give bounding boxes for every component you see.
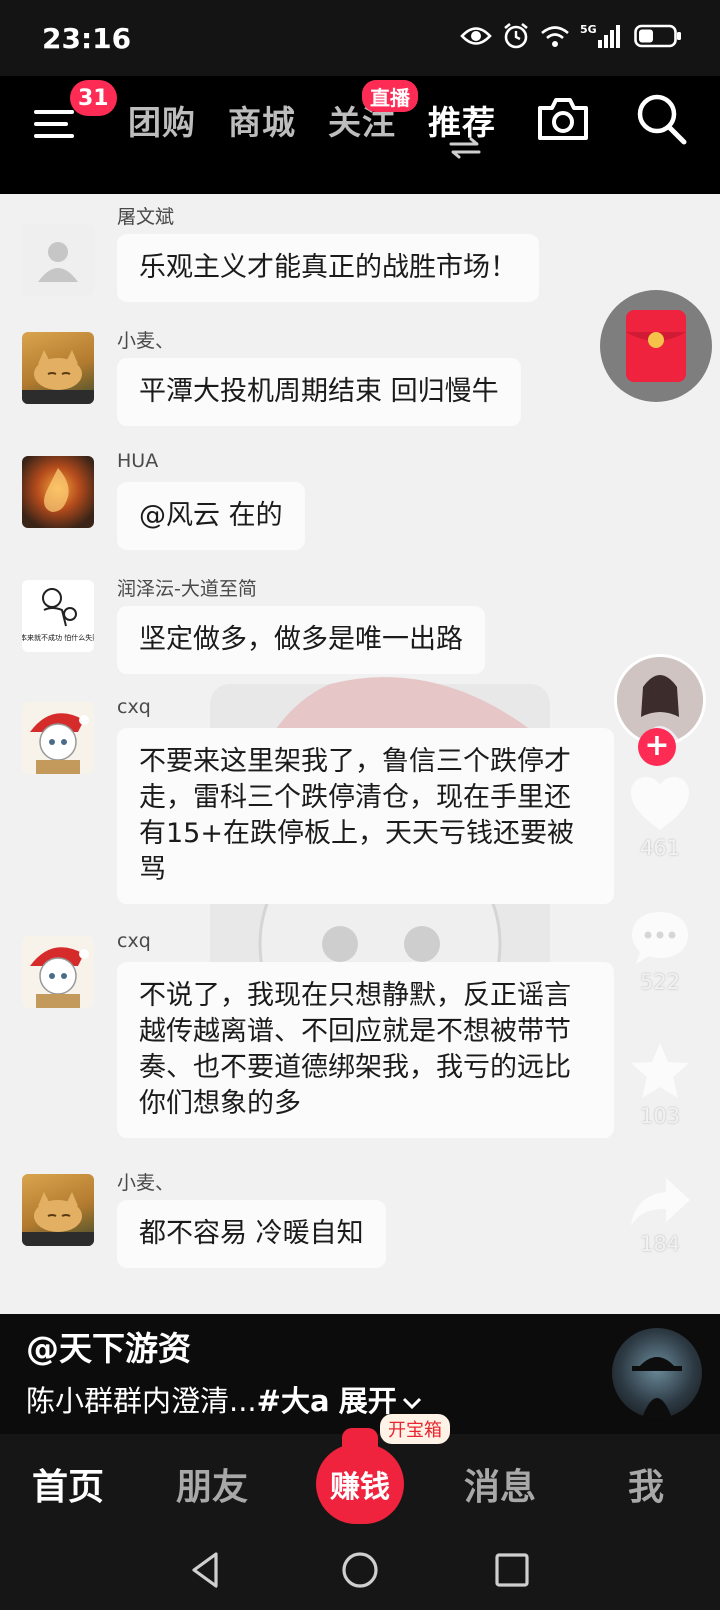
video-player[interactable]: 屠文斌 乐观主义才能真正的战胜市场！ 小麦、 平潭大投机周期结束 回归慢牛 HU…: [0, 194, 720, 1314]
share-count: 184: [639, 1232, 681, 1256]
status-time: 23:16: [42, 22, 132, 55]
cat-avatar-icon: [22, 350, 94, 404]
nav-friends[interactable]: 朋友: [176, 1458, 248, 1510]
status-icons: 5G: [460, 22, 682, 50]
share-icon: [631, 1178, 690, 1226]
comment-avatar[interactable]: [22, 1174, 94, 1246]
anime-avatar-icon: [30, 713, 89, 774]
avatar-meme-text: 你本来就不成功 怕什么失败?: [22, 633, 94, 642]
comment-avatar[interactable]: [22, 702, 94, 774]
comment-username[interactable]: 润泽沄-大道至简: [117, 574, 257, 601]
comment-username[interactable]: 小麦、: [117, 1168, 174, 1195]
comment-username[interactable]: cxq: [117, 930, 151, 952]
search-icon: [637, 94, 687, 145]
meme-avatar-icon: 你本来就不成功 怕什么失败?: [22, 588, 94, 642]
alarm-icon: [504, 22, 528, 49]
comment-text: @风云 在的: [117, 482, 305, 550]
notification-badge: 31: [70, 80, 117, 116]
comment-username[interactable]: 小麦、: [117, 326, 174, 353]
camera-icon: [538, 98, 588, 140]
comment-username[interactable]: 屠文斌: [117, 202, 174, 229]
star-icon: [631, 1043, 689, 1098]
comment-text: 坚定做多，做多是唯一出路: [117, 606, 485, 674]
tab-group-buy[interactable]: 团购: [128, 96, 196, 144]
comment-text: 都不容易 冷暖自知: [117, 1200, 386, 1268]
favorite-action[interactable]: 103: [620, 1040, 700, 1128]
expand-button[interactable]: 展开: [339, 1384, 397, 1418]
tab-mall[interactable]: 商城: [228, 96, 296, 144]
heart-icon: [631, 777, 689, 830]
comment-avatar[interactable]: 你本来就不成功 怕什么失败?: [22, 580, 94, 652]
music-cover-image: [632, 1357, 682, 1418]
camera-button[interactable]: [534, 92, 592, 146]
anime-avatar-icon: [30, 947, 89, 1008]
video-description[interactable]: 陈小群群内澄清...#大a 展开: [26, 1378, 423, 1420]
comment-text: 不要来这里架我了，鲁信三个跌停才走，雷科三个跌停清仓，现在手里还有15+在跌停板…: [117, 728, 614, 904]
status-bar: 23:16 5G: [0, 0, 720, 76]
author-handle[interactable]: @天下游资: [26, 1322, 191, 1370]
comment-bubble-icon: [632, 912, 688, 964]
recents-icon[interactable]: [490, 1548, 534, 1592]
svg-text:5G: 5G: [580, 23, 597, 36]
battery-icon: [634, 24, 681, 48]
like-count: 461: [639, 836, 681, 860]
comment-avatar[interactable]: [22, 456, 94, 528]
fire-avatar-icon: [44, 468, 69, 512]
bottom-nav: 首页 朋友 赚钱 开宝箱 消息 我: [0, 1414, 720, 1534]
follow-button[interactable]: +: [638, 728, 676, 766]
home-circle-icon[interactable]: [338, 1548, 382, 1592]
default-avatar-icon: [38, 242, 78, 282]
red-packet-button[interactable]: [600, 290, 712, 402]
treasure-badge[interactable]: 开宝箱: [380, 1414, 450, 1444]
comment-avatar[interactable]: [22, 224, 94, 296]
chevron-down-icon: [402, 1397, 421, 1410]
comment-text: 平潭大投机周期结束 回归慢牛: [117, 358, 521, 426]
nav-me[interactable]: 我: [628, 1458, 664, 1510]
favorite-count: 103: [639, 1104, 681, 1128]
live-badge: 直播: [362, 80, 418, 112]
comment-avatar[interactable]: [22, 332, 94, 404]
nav-messages[interactable]: 消息: [464, 1458, 536, 1510]
switch-feed-icon[interactable]: [447, 136, 483, 160]
comment-count: 522: [639, 970, 681, 994]
earn-money-button[interactable]: 赚钱: [316, 1444, 404, 1524]
system-navigation-bar: [0, 1534, 720, 1610]
comment-username[interactable]: cxq: [117, 696, 151, 718]
hashtag-link[interactable]: #大a: [257, 1384, 330, 1418]
comment-avatar[interactable]: [22, 936, 94, 1008]
like-action[interactable]: 461: [620, 774, 700, 860]
back-icon[interactable]: [184, 1548, 228, 1592]
comment-username[interactable]: HUA: [117, 450, 158, 472]
wifi-icon: [541, 26, 569, 47]
search-button[interactable]: [634, 90, 688, 148]
red-packet-icon: [626, 310, 686, 382]
description-text: 陈小群群内澄清...: [26, 1384, 257, 1418]
comment-text: 乐观主义才能真正的战胜市场！: [117, 234, 539, 302]
comment-text: 不说了，我现在只想静默，反正谣言越传越离谱、不回应就是不想被带节奏、也不要道德绑…: [117, 962, 614, 1138]
share-action[interactable]: 184: [620, 1174, 700, 1256]
cellular-signal-icon: 5G: [580, 23, 620, 48]
music-disc[interactable]: [612, 1328, 702, 1418]
eye-icon: [460, 27, 492, 45]
top-nav: 31 团购 商城 关注 直播 推荐: [0, 76, 720, 194]
nav-home[interactable]: 首页: [32, 1458, 104, 1510]
cat-avatar-icon: [22, 1192, 94, 1246]
comment-action[interactable]: 522: [620, 908, 700, 994]
